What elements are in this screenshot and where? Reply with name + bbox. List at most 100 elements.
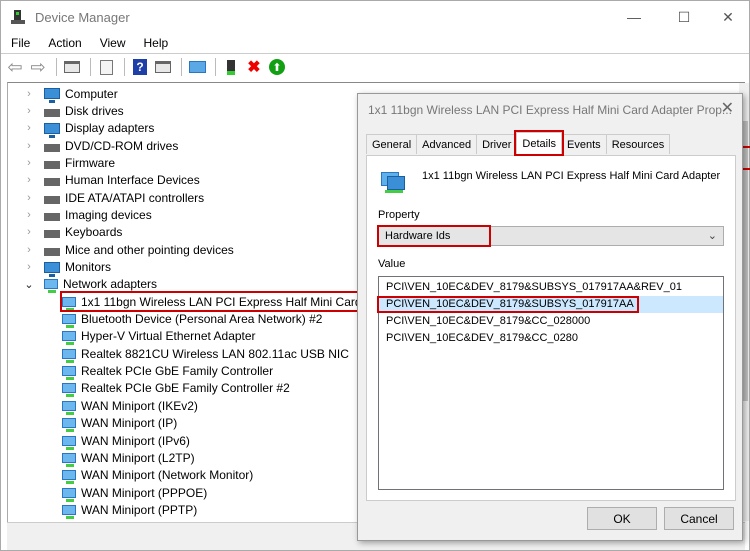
chip-icon bbox=[44, 160, 60, 169]
network-adapter-item[interactable]: Bluetooth Device (Personal Area Network)… bbox=[62, 311, 322, 329]
chevron-right-icon[interactable]: › bbox=[24, 209, 34, 221]
network-adapter-item[interactable]: WAN Miniport (PPTP) bbox=[62, 501, 197, 519]
update-driver-icon[interactable] bbox=[221, 58, 241, 76]
chip-icon bbox=[44, 195, 60, 204]
camera-icon bbox=[44, 212, 60, 221]
window-title: Device Manager bbox=[35, 9, 130, 25]
network-adapter-item[interactable]: Realtek 8821CU Wireless LAN 802.11ac USB… bbox=[62, 345, 349, 363]
network-adapter-item[interactable]: WAN Miniport (IPv6) bbox=[62, 432, 190, 450]
network-adapter-item[interactable]: 1x1 11bgn Wireless LAN PCI Express Half … bbox=[60, 291, 360, 313]
highlight-annotation bbox=[377, 296, 639, 313]
chevron-right-icon[interactable]: › bbox=[24, 105, 34, 117]
chevron-right-icon[interactable]: › bbox=[24, 244, 34, 256]
title-bar: Device Manager — ☐ ✕ bbox=[1, 1, 749, 33]
details-panel: 1x1 11bgn Wireless LAN PCI Express Half … bbox=[366, 155, 736, 501]
chevron-down-icon[interactable]: ⌄ bbox=[24, 278, 34, 291]
disk-icon bbox=[44, 108, 60, 117]
chip-icon bbox=[44, 178, 60, 187]
dialog-close-button[interactable]: ✕ bbox=[721, 98, 734, 118]
network-adapter-icon bbox=[381, 170, 407, 193]
minimize-button[interactable]: — bbox=[611, 1, 657, 33]
forward-icon[interactable]: ⇨ bbox=[28, 57, 48, 77]
tree-category-label: IDE ATA/ATAPI controllers bbox=[65, 190, 205, 205]
tree-category[interactable]: ⌄ Network adapters bbox=[24, 276, 157, 294]
device-manager-icon bbox=[11, 9, 27, 25]
tree-category[interactable]: › Mice and other pointing devices bbox=[24, 241, 234, 258]
chevron-right-icon[interactable]: › bbox=[24, 140, 34, 152]
value-list[interactable]: PCI\VEN_10EC&DEV_8179&SUBSYS_017917AA&RE… bbox=[377, 276, 724, 490]
network-adapter-item[interactable]: WAN Miniport (IKEv2) bbox=[62, 397, 198, 415]
properties-icon[interactable] bbox=[96, 58, 116, 76]
network-adapter-label: WAN Miniport (L2TP) bbox=[81, 450, 195, 465]
network-adapter-label: WAN Miniport (IKEv2) bbox=[81, 398, 198, 413]
value-item[interactable]: PCI\VEN_10EC&DEV_8179&CC_0280 bbox=[379, 330, 723, 347]
value-item[interactable]: PCI\VEN_10EC&DEV_8179&SUBSYS_017917AA bbox=[377, 296, 723, 313]
scan-hardware-icon[interactable] bbox=[187, 58, 207, 76]
chevron-right-icon[interactable]: › bbox=[24, 174, 34, 186]
value-label: Value bbox=[378, 258, 406, 270]
tab-events[interactable]: Events bbox=[561, 134, 607, 154]
close-button[interactable]: ✕ bbox=[705, 1, 750, 33]
mouse-icon bbox=[44, 247, 60, 256]
network-adapter-item[interactable]: Realtek PCIe GbE Family Controller #2 bbox=[62, 380, 290, 398]
tree-category[interactable]: › Imaging devices bbox=[24, 206, 152, 223]
value-item[interactable]: PCI\VEN_10EC&DEV_8179&CC_028000 bbox=[379, 313, 723, 330]
network-adapter-item[interactable]: WAN Miniport (L2TP) bbox=[62, 449, 195, 467]
network-adapter-item[interactable]: WAN Miniport (Network Monitor) bbox=[62, 467, 253, 485]
back-icon[interactable]: ⇦ bbox=[5, 57, 25, 77]
network-adapter-item[interactable]: WAN Miniport (PPPOE) bbox=[62, 484, 208, 502]
tree-category-label: DVD/CD-ROM drives bbox=[65, 138, 179, 153]
maximize-button[interactable]: ☐ bbox=[661, 1, 707, 33]
help-icon[interactable]: ? bbox=[130, 58, 150, 76]
uninstall-icon[interactable]: ✖ bbox=[244, 58, 264, 76]
tab-resources[interactable]: Resources bbox=[605, 134, 671, 154]
ok-button[interactable]: OK bbox=[587, 507, 657, 530]
network-adapter-item[interactable]: WAN Miniport (IP) bbox=[62, 415, 177, 433]
menu-file[interactable]: File bbox=[1, 36, 38, 50]
toolbar: ⇦ ⇨ ? ✖ ⬆ bbox=[1, 55, 749, 79]
toolbar-separator bbox=[56, 58, 57, 76]
property-label: Property bbox=[378, 209, 420, 221]
chevron-right-icon[interactable]: › bbox=[24, 226, 34, 238]
tab-details[interactable]: Details bbox=[514, 130, 565, 156]
tree-category[interactable]: › Display adapters bbox=[24, 120, 154, 138]
network-icon bbox=[62, 314, 76, 329]
tree-category[interactable]: › DVD/CD-ROM drives bbox=[24, 137, 178, 154]
menu-action[interactable]: Action bbox=[38, 36, 89, 50]
tab-general[interactable]: General bbox=[366, 134, 418, 154]
menu-help[interactable]: Help bbox=[134, 36, 177, 50]
tree-category[interactable]: › Monitors bbox=[24, 259, 111, 277]
chevron-right-icon[interactable]: › bbox=[24, 122, 34, 134]
network-adapter-item[interactable]: Hyper-V Virtual Ethernet Adapter bbox=[62, 328, 256, 346]
network-adapter-label: Realtek PCIe GbE Family Controller bbox=[81, 364, 274, 379]
tree-category[interactable]: › Disk drives bbox=[24, 102, 124, 119]
tab-advanced[interactable]: Advanced bbox=[416, 134, 478, 154]
network-icon bbox=[62, 331, 76, 346]
chevron-right-icon[interactable]: › bbox=[24, 261, 34, 273]
network-adapter-label: Realtek PCIe GbE Family Controller #2 bbox=[81, 381, 290, 396]
tab-driver[interactable]: Driver bbox=[476, 134, 518, 154]
dialog-title: 1x1 11bgn Wireless LAN PCI Express Half … bbox=[368, 103, 732, 117]
property-dropdown[interactable]: Hardware Ids ⌄ bbox=[377, 225, 724, 247]
tree-category[interactable]: › Firmware bbox=[24, 154, 115, 171]
cancel-button[interactable]: Cancel bbox=[664, 507, 734, 530]
network-adapter-item[interactable]: Realtek PCIe GbE Family Controller bbox=[62, 363, 274, 381]
enable-device-icon[interactable]: ⬆ bbox=[267, 58, 287, 76]
tree-category[interactable]: › Human Interface Devices bbox=[24, 172, 200, 189]
tree-category[interactable]: › IDE ATA/ATAPI controllers bbox=[24, 189, 204, 206]
keyboard-icon bbox=[44, 230, 60, 239]
show-hide-console-tree-icon[interactable] bbox=[62, 58, 82, 76]
tree-category[interactable]: › Keyboards bbox=[24, 224, 122, 241]
tree-category-label: Computer bbox=[65, 86, 118, 101]
network-adapter-label: WAN Miniport (IPv6) bbox=[81, 433, 190, 448]
chevron-right-icon[interactable]: › bbox=[24, 157, 34, 169]
menu-view[interactable]: View bbox=[90, 36, 134, 50]
network-adapter-label: WAN Miniport (PPPOE) bbox=[81, 485, 208, 500]
value-item[interactable]: PCI\VEN_10EC&DEV_8179&SUBSYS_017917AA&RE… bbox=[379, 279, 723, 296]
tree-category[interactable]: › Computer bbox=[24, 85, 118, 103]
chevron-right-icon[interactable]: › bbox=[24, 88, 34, 100]
chevron-down-icon[interactable]: ⌄ bbox=[708, 229, 717, 242]
show-action-pane-icon[interactable] bbox=[153, 58, 173, 76]
chevron-right-icon[interactable]: › bbox=[24, 192, 34, 204]
network-icon bbox=[62, 348, 76, 363]
